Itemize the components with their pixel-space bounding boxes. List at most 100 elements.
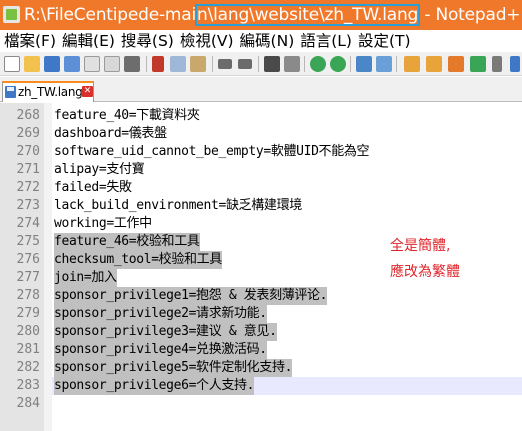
line-text[interactable]: feature_40=下載資料夾 xyxy=(54,107,200,125)
close-all-icon[interactable] xyxy=(104,56,120,72)
save-icon[interactable] xyxy=(44,56,60,72)
line-text[interactable]: feature_46=校验和工具 xyxy=(54,233,200,251)
copy-icon[interactable] xyxy=(170,56,186,72)
paste-icon[interactable] xyxy=(190,56,206,72)
line-text[interactable]: sponsor_privilege3=建议 & 意见. xyxy=(54,323,277,341)
zoom-in-icon[interactable] xyxy=(310,56,326,72)
paragraph-icon[interactable] xyxy=(492,56,502,72)
editor-line[interactable]: 268 feature_40=下載資料夾 xyxy=(0,107,522,125)
editor-line[interactable]: 280 sponsor_privilege3=建议 & 意见. xyxy=(0,323,522,341)
line-text[interactable]: lack_build_environment=缺乏構建環境 xyxy=(54,197,302,215)
line-number: 284 xyxy=(16,396,40,411)
function-list-icon[interactable] xyxy=(470,56,486,72)
line-number: 270 xyxy=(16,144,40,159)
cut-icon[interactable] xyxy=(152,56,164,72)
line-number: 283 xyxy=(16,378,40,393)
window-title: R:\FileCentipede-main\lang\website\zh_TW… xyxy=(24,4,522,26)
sync-vertical-icon[interactable] xyxy=(356,56,372,72)
new-file-icon[interactable] xyxy=(4,56,20,72)
toolbar-separator xyxy=(396,56,397,72)
editor-line[interactable]: 279 sponsor_privilege2=请求新功能. xyxy=(0,305,522,323)
editor-line[interactable]: 270 software_uid_cannot_be_empty=軟體UID不能為… xyxy=(0,143,522,161)
window-title-prefix: R:\FileCentipede-mai xyxy=(24,5,197,25)
editor[interactable]: 268 feature_40=下載資料夾 269 dashboard=儀表盤 270 so… xyxy=(0,103,522,431)
toolbar-separator xyxy=(146,56,147,72)
line-number: 278 xyxy=(16,288,40,303)
editor-line[interactable]: 281 sponsor_privilege4=兑换激活码. xyxy=(0,341,522,359)
save-all-icon[interactable] xyxy=(64,56,80,72)
line-number: 276 xyxy=(16,252,40,267)
line-text[interactable]: software_uid_cannot_be_empty=軟體UID不能為空 xyxy=(54,143,370,161)
line-number: 275 xyxy=(16,234,40,249)
line-text[interactable]: sponsor_privilege1=抱怨 & 发表刻薄评论. xyxy=(54,287,328,305)
line-text[interactable]: join=加入 xyxy=(54,269,117,287)
menu-language[interactable]: 語言(L) xyxy=(296,30,354,52)
toolbar-separator xyxy=(350,56,351,72)
editor-line[interactable]: 274 working=工作中 xyxy=(0,215,522,233)
editor-line[interactable]: 278 sponsor_privilege1=抱怨 & 发表刻薄评论. xyxy=(0,287,522,305)
document-map-icon[interactable] xyxy=(510,56,520,72)
menu-encoding[interactable]: 編碼(N) xyxy=(236,30,297,52)
line-text[interactable]: checksum_tool=校验和工具 xyxy=(54,251,222,269)
line-number: 281 xyxy=(16,342,40,357)
line-number: 269 xyxy=(16,126,40,141)
zoom-out-icon[interactable] xyxy=(330,56,346,72)
annotation-line-2: 應改為繁體 xyxy=(390,264,460,280)
line-number: 280 xyxy=(16,324,40,339)
editor-line[interactable]: 273 lack_build_environment=缺乏構建環境 xyxy=(0,197,522,215)
line-number: 279 xyxy=(16,306,40,321)
line-text[interactable]: alipay=支付寶 xyxy=(54,161,145,179)
toolbar-separator xyxy=(212,56,213,72)
line-text[interactable]: dashboard=儀表盤 xyxy=(54,125,167,143)
print-icon[interactable] xyxy=(124,56,140,72)
open-file-icon[interactable] xyxy=(24,56,40,72)
line-number: 271 xyxy=(16,162,40,177)
toolbar-separator xyxy=(304,56,305,72)
editor-line[interactable]: 282 sponsor_privilege5=软件定制化支持. xyxy=(0,359,522,377)
annotation-line-1: 全是簡體, xyxy=(390,238,451,254)
window-title-highlighted-path: n\lang\website\zh_TW.lang xyxy=(195,4,421,26)
line-text[interactable]: sponsor_privilege2=请求新功能. xyxy=(54,305,267,323)
editor-line[interactable]: 284 xyxy=(0,395,522,413)
tab-strip: zh_TW.lang ✕ xyxy=(0,77,522,102)
redo-icon[interactable] xyxy=(238,59,252,69)
editor-line[interactable]: 283 sponsor_privilege6=个人支持. xyxy=(0,377,522,395)
line-text[interactable]: sponsor_privilege4=兑换激活码. xyxy=(54,341,267,359)
menu-search[interactable]: 搜尋(S) xyxy=(117,30,176,52)
find-icon[interactable] xyxy=(264,56,280,72)
undo-icon[interactable] xyxy=(218,59,232,69)
close-icon[interactable] xyxy=(84,56,100,72)
annotation-note: 全是簡體, 應改為繁體 xyxy=(390,233,460,285)
line-number: 277 xyxy=(16,270,40,285)
line-text[interactable]: sponsor_privilege6=个人支持. xyxy=(54,377,254,395)
line-text[interactable]: failed=失敗 xyxy=(54,179,132,197)
line-number: 273 xyxy=(16,198,40,213)
tab-label: zh_TW.lang xyxy=(18,85,83,99)
line-text[interactable]: working=工作中 xyxy=(54,215,152,233)
menu-view[interactable]: 檢視(V) xyxy=(176,30,236,52)
line-number: 268 xyxy=(16,108,40,123)
replace-icon[interactable] xyxy=(284,56,300,72)
tab-zh-tw-lang[interactable]: zh_TW.lang ✕ xyxy=(2,81,94,102)
toolbar-separator xyxy=(258,56,259,72)
menu-settings[interactable]: 設定(T) xyxy=(354,30,413,52)
line-number: 274 xyxy=(16,216,40,231)
editor-line[interactable]: 272 failed=失敗 xyxy=(0,179,522,197)
toolbar xyxy=(0,52,522,76)
window-title-suffix: - Notepad++ xyxy=(424,5,522,25)
menu-bar: 檔案(F) 編輯(E) 搜尋(S) 檢視(V) 編碼(N) 語言(L) 設定(T) xyxy=(0,30,522,52)
title-bar: R:\FileCentipede-main\lang\website\zh_TW… xyxy=(0,0,522,30)
word-wrap-icon[interactable] xyxy=(404,56,420,72)
close-tab-icon[interactable]: ✕ xyxy=(82,86,93,97)
editor-line[interactable]: 271 alipay=支付寶 xyxy=(0,161,522,179)
menu-edit[interactable]: 編輯(E) xyxy=(58,30,117,52)
indent-guide-icon[interactable] xyxy=(448,56,464,72)
save-state-icon xyxy=(5,86,16,98)
sync-horizontal-icon[interactable] xyxy=(376,56,392,72)
notepad-app-icon[interactable] xyxy=(3,6,20,23)
line-text[interactable]: sponsor_privilege5=软件定制化支持. xyxy=(54,359,292,377)
show-all-characters-icon[interactable] xyxy=(426,56,442,72)
line-number: 282 xyxy=(16,360,40,375)
menu-file[interactable]: 檔案(F) xyxy=(0,30,58,52)
editor-line[interactable]: 269 dashboard=儀表盤 xyxy=(0,125,522,143)
